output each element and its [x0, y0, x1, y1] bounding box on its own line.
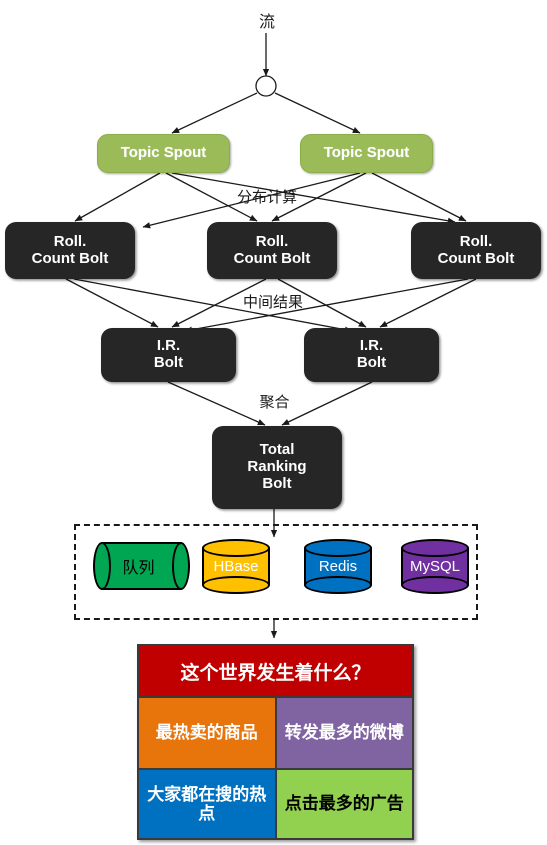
roll-count-bolt-2[interactable]: Roll. Count Bolt	[207, 222, 337, 279]
roll-count-bolt-1-line2: Count Bolt	[31, 249, 109, 267]
roll-count-bolt-3[interactable]: Roll. Count Bolt	[411, 222, 541, 279]
stage-label-aggregate: 聚合	[259, 394, 290, 411]
roll-count-bolt-1-line1: Roll.	[53, 232, 87, 250]
topic-spout-2-label: Topic Spout	[323, 144, 410, 162]
dashboard-header: 这个世界发生着什么？	[139, 646, 412, 698]
dashboard-row-1: 最热卖的商品 转发最多的微博	[139, 698, 412, 768]
dashboard-cell-trending-search-label: 大家都在搜的热点	[147, 784, 267, 823]
storage-queue[interactable]: 队列	[93, 542, 190, 590]
storage-queue-label: 队列	[122, 560, 155, 577]
ir-bolt-1-line2: Bolt	[153, 354, 184, 371]
dashboard-cell-top-ads-label: 点击最多的广告	[284, 794, 404, 814]
storage-hbase-label: HBase	[213, 558, 259, 575]
total-ranking-bolt-line2: Ranking	[247, 458, 307, 476]
hbase-cylinder-bottom-cap	[202, 576, 270, 594]
ir-bolt-1[interactable]: I.R. Bolt	[101, 328, 236, 382]
queue-cylinder-right-cap	[172, 542, 190, 590]
hbase-cylinder-top-cap	[202, 539, 270, 557]
ir-bolt-1-line1: I.R.	[156, 337, 181, 355]
mysql-cylinder-top-cap	[401, 539, 469, 557]
storage-layer-container: 队列 HBase Redis MySQL	[74, 524, 478, 620]
roll-count-bolt-2-line1: Roll.	[255, 232, 289, 250]
storage-hbase[interactable]: HBase	[202, 539, 270, 594]
dashboard-cell-top-reposts[interactable]: 转发最多的微博	[274, 698, 412, 768]
source-label: 流	[258, 14, 275, 31]
redis-cylinder-top-cap	[304, 539, 372, 557]
dashboard-cell-hot-products-label: 最热卖的商品	[155, 723, 258, 743]
total-ranking-bolt[interactable]: Total Ranking Bolt	[212, 426, 342, 509]
roll-count-bolt-2-line2: Count Bolt	[233, 249, 311, 267]
stage-label-distribute: 分布计算	[236, 189, 297, 206]
storm-topology-diagram: 流 Topic Spout Topic Spout 分布计算 Roll. Cou…	[0, 0, 547, 845]
ir-bolt-2-line1: I.R.	[359, 337, 384, 355]
storage-mysql-label: MySQL	[409, 558, 460, 575]
dashboard-row-2: 大家都在搜的热点 点击最多的广告	[139, 768, 412, 838]
dashboard-cell-trending-search[interactable]: 大家都在搜的热点	[139, 768, 275, 838]
roll-count-bolt-3-line2: Count Bolt	[437, 249, 515, 267]
storage-redis-label: Redis	[318, 558, 358, 575]
stage-label-intermediate: 中间结果	[242, 294, 303, 311]
dashboard-cell-hot-products[interactable]: 最热卖的商品	[139, 698, 275, 768]
dashboard-header-label: 这个世界发生着什么？	[180, 662, 371, 684]
topic-spout-2[interactable]: Topic Spout	[300, 134, 433, 173]
roll-count-bolt-1[interactable]: Roll. Count Bolt	[5, 222, 135, 279]
topic-spout-1[interactable]: Topic Spout	[97, 134, 230, 173]
dashboard-cell-top-reposts-label: 转发最多的微博	[284, 723, 404, 743]
storage-redis[interactable]: Redis	[304, 539, 372, 594]
redis-cylinder-bottom-cap	[304, 576, 372, 594]
roll-count-bolt-3-line1: Roll.	[459, 232, 493, 250]
total-ranking-bolt-line1: Total	[259, 441, 295, 459]
total-ranking-bolt-line3: Bolt	[262, 474, 292, 492]
mysql-cylinder-bottom-cap	[401, 576, 469, 594]
ir-bolt-2[interactable]: I.R. Bolt	[304, 328, 439, 382]
ir-bolt-2-line2: Bolt	[356, 354, 387, 371]
dashboard-cell-top-ads[interactable]: 点击最多的广告	[274, 768, 412, 838]
storage-mysql[interactable]: MySQL	[401, 539, 469, 594]
dashboard-panel: 这个世界发生着什么？ 最热卖的商品 转发最多的微博 大家都在搜的热点 点击最多的…	[137, 644, 414, 840]
queue-cylinder-left-cap	[93, 542, 111, 590]
topic-spout-1-label: Topic Spout	[120, 144, 207, 162]
